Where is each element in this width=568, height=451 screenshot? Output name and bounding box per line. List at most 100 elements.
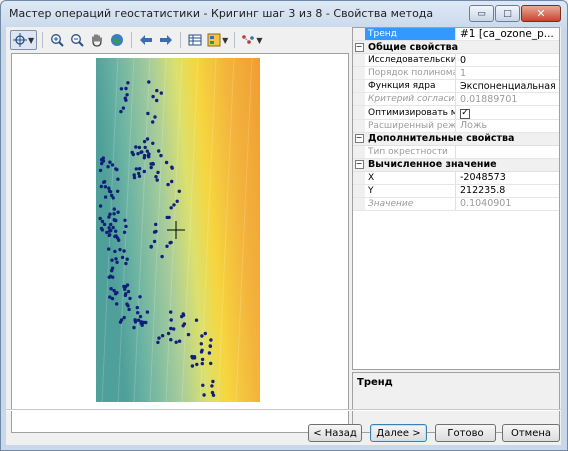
property-grid-body: − Общие свойства Исследовательски... 0 Поряд… [353, 41, 559, 212]
select-tool-button[interactable]: ▼ [10, 30, 38, 50]
sample-point [100, 161, 104, 166]
full-extent-button[interactable] [108, 31, 126, 49]
sample-point [157, 149, 161, 153]
sample-point [210, 384, 214, 388]
property-name: Y [365, 184, 456, 197]
property-row[interactable]: Y 212235.8 [353, 184, 559, 198]
sample-point [200, 361, 204, 366]
sample-point [149, 165, 153, 170]
property-category[interactable]: − Дополнительные свойства [353, 132, 559, 146]
next-button[interactable]: Далее > [370, 424, 427, 442]
sample-point [146, 153, 151, 158]
sample-point [124, 86, 128, 91]
sample-point [165, 215, 169, 220]
property-name: X [365, 171, 456, 184]
sample-point [108, 160, 112, 164]
sample-point [122, 315, 126, 320]
sample-point [126, 289, 131, 294]
sample-point [172, 327, 176, 331]
sample-point [143, 145, 147, 150]
property-grid[interactable]: Тренд #1 [ca_ozone_p... − Общие свойства И… [352, 27, 560, 370]
add-points-button[interactable]: ▼ [240, 31, 263, 49]
property-row[interactable]: Функция ядра Экспоненциальная [353, 80, 559, 94]
sample-point [114, 229, 118, 233]
sample-point [169, 326, 173, 331]
row-gutter [353, 54, 365, 67]
property-category[interactable]: − Общие свойства [353, 41, 559, 55]
sample-point [137, 174, 142, 178]
table-icon [188, 34, 202, 46]
forward-extent-button[interactable] [157, 31, 175, 49]
property-value[interactable]: -2048573 [456, 172, 559, 183]
hand-icon [92, 34, 102, 47]
sample-point [103, 185, 108, 189]
sample-point [125, 257, 129, 261]
legend-button[interactable]: ▼ [206, 31, 229, 49]
collapse-toggle-icon[interactable]: − [353, 41, 365, 53]
zoom-out-button[interactable] [68, 31, 86, 49]
sample-point [116, 210, 120, 214]
finish-button[interactable]: Готово [435, 424, 496, 442]
toolbar-separator [42, 32, 44, 48]
close-icon: ✕ [536, 7, 546, 20]
minimize-button[interactable]: ▭ [469, 5, 494, 22]
property-name: Тренд [365, 28, 456, 41]
property-row-trend[interactable]: Тренд #1 [ca_ozone_p... [353, 28, 559, 42]
sample-point [147, 80, 151, 84]
sample-point [186, 332, 191, 337]
property-value[interactable]: Экспоненциальная [456, 81, 559, 92]
property-value[interactable]: #1 [ca_ozone_p... [456, 28, 559, 40]
sample-point [124, 224, 128, 229]
sample-point [110, 163, 115, 167]
sample-point [194, 318, 199, 322]
sample-point [113, 234, 117, 239]
sample-point [136, 318, 141, 322]
sample-point [130, 150, 134, 155]
sample-point [181, 324, 185, 328]
sample-point [170, 166, 174, 170]
sample-point [164, 160, 169, 165]
sample-point [174, 340, 178, 344]
sample-point [166, 182, 170, 187]
property-category[interactable]: − Вычисленное значение [353, 158, 559, 172]
cancel-button[interactable]: Отмена [502, 424, 560, 442]
collapse-toggle-icon[interactable]: − [353, 133, 365, 145]
maximize-button[interactable]: □ [495, 5, 520, 22]
kriging-surface[interactable] [96, 57, 260, 403]
zoom-in-button[interactable] [48, 31, 66, 49]
sample-point [115, 291, 119, 295]
sample-point [107, 215, 111, 219]
sample-point [202, 393, 206, 397]
category-label: Вычисленное значение [368, 159, 497, 171]
map-preview[interactable] [11, 53, 349, 433]
title-bar[interactable]: Мастер операций геостатистики - Кригинг … [1, 1, 567, 28]
checkbox-checked-icon[interactable]: ✓ [460, 108, 470, 119]
sample-point [180, 314, 184, 319]
sample-point [151, 94, 155, 99]
close-button[interactable]: ✕ [521, 5, 561, 22]
property-row[interactable]: Оптимизировать м... ✓ [353, 106, 559, 120]
property-value[interactable]: 212235.8 [456, 185, 559, 196]
property-row[interactable]: X -2048573 [353, 171, 559, 185]
sample-point [209, 338, 213, 342]
sample-point [177, 339, 182, 343]
table-button[interactable] [186, 31, 204, 49]
sample-point [142, 169, 146, 174]
sample-point [145, 137, 150, 141]
sample-point [169, 240, 173, 245]
collapse-toggle-icon[interactable]: − [353, 159, 365, 171]
property-value[interactable]: 0 [456, 55, 559, 66]
property-name: Критерий согласия [365, 93, 456, 106]
sample-point [101, 156, 105, 160]
back-extent-button[interactable] [137, 31, 155, 49]
row-gutter [353, 93, 365, 106]
property-value[interactable]: ✓ [456, 107, 559, 119]
row-gutter [353, 145, 365, 158]
sample-point [151, 120, 155, 124]
property-row: Значение 0.1040901 [353, 197, 559, 212]
sample-point [114, 257, 118, 261]
pan-button[interactable] [88, 31, 106, 49]
back-button[interactable]: < Назад [308, 424, 362, 442]
sample-point [151, 141, 155, 145]
property-row[interactable]: Исследовательски... 0 [353, 54, 559, 68]
